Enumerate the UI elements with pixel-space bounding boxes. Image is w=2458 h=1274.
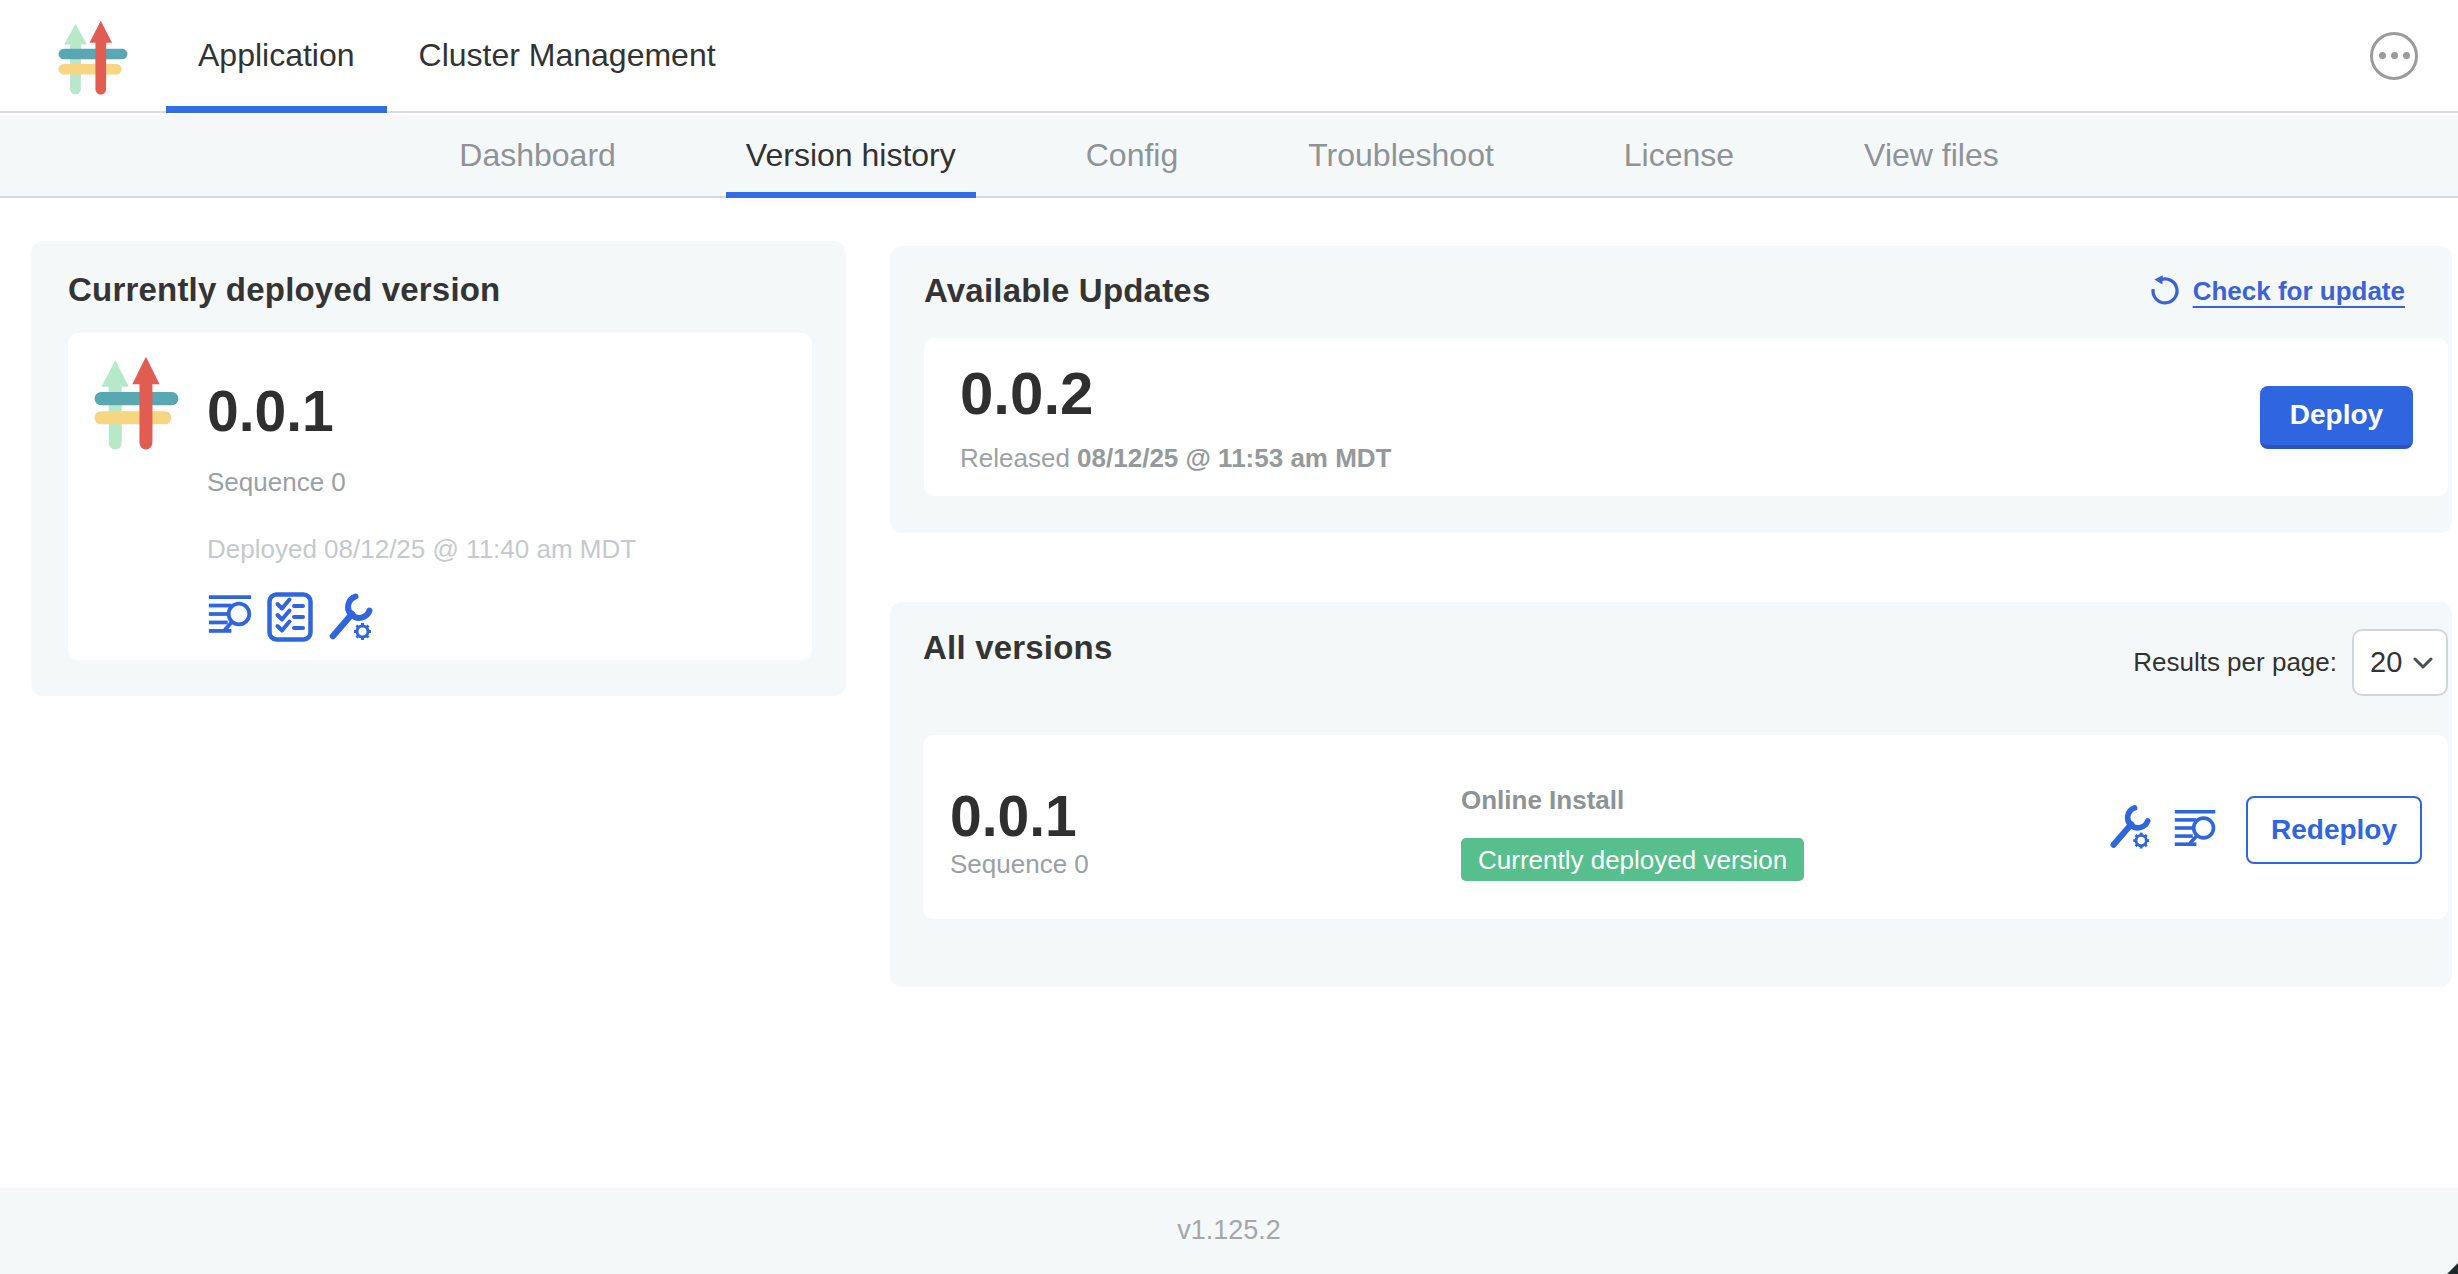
currently-deployed-badge: Currently deployed version	[1461, 838, 1804, 881]
more-menu-button[interactable]	[2370, 32, 2418, 80]
subnav-tab-dashboard-label: Dashboard	[459, 137, 616, 174]
currently-deployed-inner-card: 0.0.1 Sequence 0 Deployed 08/12/25 @ 11:…	[68, 333, 812, 660]
config-icon[interactable]	[326, 592, 373, 642]
subnav-tab-license[interactable]: License	[1604, 115, 1754, 196]
row-version-number: 0.0.1	[950, 785, 1077, 847]
dot-icon	[2379, 52, 2386, 59]
subnav-tab-dashboard[interactable]: Dashboard	[439, 115, 636, 196]
subnav-tab-license-label: License	[1624, 137, 1734, 174]
deploy-button[interactable]: Deploy	[2260, 386, 2413, 449]
refresh-icon	[2149, 275, 2181, 307]
console-version: v1.125.2	[1177, 1215, 1281, 1246]
release-notes-icon[interactable]	[2173, 808, 2218, 848]
results-per-page-value: 20	[2370, 646, 2402, 679]
dot-icon	[2391, 52, 2398, 59]
tab-application[interactable]: Application	[166, 0, 387, 111]
subnav-tab-troubleshoot[interactable]: Troubleshoot	[1288, 115, 1514, 196]
current-version-number: 0.0.1	[207, 380, 334, 442]
currently-deployed-title: Currently deployed version	[68, 271, 812, 309]
app-subnav: Dashboard Version history Config Trouble…	[0, 115, 2458, 198]
app-logo-icon	[58, 17, 128, 95]
config-icon[interactable]	[2107, 803, 2151, 851]
subnav-tab-troubleshoot-label: Troubleshoot	[1308, 137, 1494, 174]
tab-cluster-management[interactable]: Cluster Management	[387, 0, 748, 111]
release-notes-icon[interactable]	[207, 592, 254, 636]
check-for-update-label: Check for update	[2193, 276, 2405, 307]
subnav-tab-version-history-label: Version history	[746, 137, 956, 174]
subnav-tab-version-history[interactable]: Version history	[726, 115, 976, 196]
deployed-timestamp: Deployed 08/12/25 @ 11:40 am MDT	[207, 534, 636, 564]
tab-application-label: Application	[198, 37, 355, 74]
available-updates-card: Available Updates Check for update 0.0.2…	[890, 246, 2452, 533]
update-version-number: 0.0.2	[960, 362, 1093, 426]
available-update-row: 0.0.2 Released 08/12/25 @ 11:53 am MDT D…	[924, 338, 2448, 496]
all-versions-title: All versions	[923, 629, 1112, 667]
current-version-sequence: Sequence 0	[207, 467, 346, 497]
currently-deployed-card: Currently deployed version 0.0.1 Sequenc…	[31, 241, 846, 696]
subnav-tab-view-files-label: View files	[1864, 137, 1999, 174]
results-per-page-label: Results per page:	[2133, 647, 2337, 678]
corner-artifact	[2447, 1263, 2458, 1274]
all-versions-card: All versions Results per page: 20 0.0.1 …	[890, 602, 2452, 987]
available-updates-title: Available Updates	[924, 272, 1210, 310]
page-footer: v1.125.2	[0, 1187, 2458, 1274]
app-logo-icon	[94, 352, 179, 660]
redeploy-button[interactable]: Redeploy	[2246, 796, 2422, 864]
dot-icon	[2403, 52, 2410, 59]
version-row: 0.0.1 Sequence 0 Online Install Currentl…	[923, 735, 2448, 919]
results-per-page-select[interactable]: 20	[2352, 629, 2448, 696]
top-navbar: Application Cluster Management	[0, 0, 2458, 113]
row-version-sequence: Sequence 0	[950, 849, 1089, 879]
navbar-tabs: Application Cluster Management	[166, 0, 748, 111]
subnav-tab-config[interactable]: Config	[1066, 115, 1199, 196]
check-for-update-link[interactable]: Check for update	[2149, 275, 2405, 307]
tab-cluster-management-label: Cluster Management	[419, 37, 716, 74]
preflight-checks-icon[interactable]	[267, 592, 313, 642]
subnav-tab-view-files[interactable]: View files	[1844, 115, 2019, 196]
subnav-tab-config-label: Config	[1086, 137, 1179, 174]
install-type-label: Online Install	[1461, 785, 1624, 815]
released-timestamp: Released 08/12/25 @ 11:53 am MDT	[960, 443, 1392, 473]
chevron-down-icon	[2413, 657, 2433, 669]
